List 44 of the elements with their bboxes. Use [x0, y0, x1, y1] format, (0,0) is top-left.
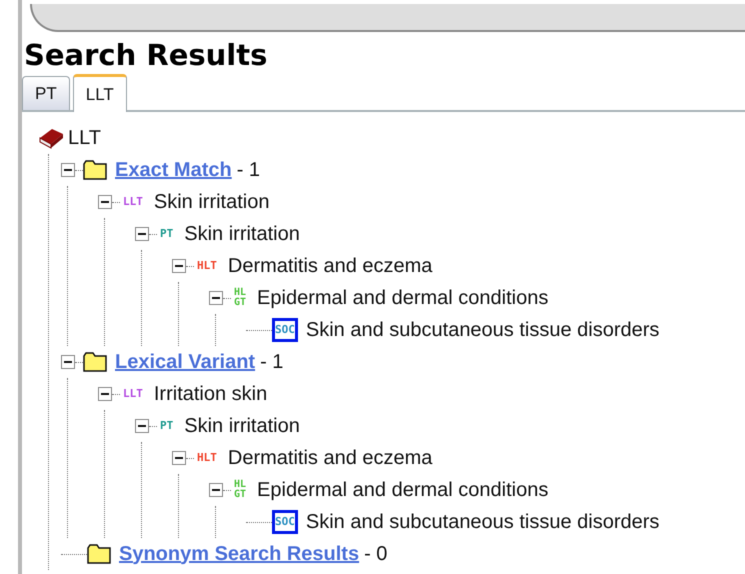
tree-item[interactable]: Epidermal and dermal conditions [257, 286, 548, 310]
result-count: - 0 [364, 542, 388, 566]
term-level-label: SOC [272, 318, 298, 342]
tree-item[interactable]: Irritation skin [154, 382, 268, 406]
collapse-toggle[interactable] [135, 419, 149, 433]
collapse-toggle[interactable] [61, 355, 75, 369]
term-level-label: SOC [272, 510, 298, 534]
tree-item[interactable]: Skin and subcutaneous tissue disorders [306, 510, 660, 534]
result-group-link[interactable]: Synonym Search Results [119, 542, 360, 566]
collapse-toggle[interactable] [135, 227, 149, 241]
term-level-label: HL GT [233, 478, 248, 502]
tab[interactable]: PT [22, 76, 70, 110]
term-level-label: PT [159, 226, 174, 242]
collapse-toggle[interactable] [172, 451, 186, 465]
collapse-toggle[interactable] [98, 387, 112, 401]
collapse-toggle[interactable] [172, 259, 186, 273]
term-level-label: HL GT [233, 286, 248, 310]
tree-root-label: LLT [68, 126, 101, 150]
collapse-toggle[interactable] [61, 163, 75, 177]
folder-icon [87, 544, 111, 564]
tree-item[interactable]: Skin irritation [154, 190, 270, 214]
folder-icon [83, 352, 107, 372]
result-group-link[interactable]: Exact Match [115, 158, 232, 182]
tab[interactable]: LLT [72, 74, 127, 112]
term-level-label: PT [159, 418, 174, 434]
tree-item[interactable]: Dermatitis and eczema [228, 446, 432, 470]
result-count: - 1 [236, 158, 260, 182]
collapse-toggle[interactable] [98, 195, 112, 209]
tree-item[interactable]: Skin irritation [184, 414, 300, 438]
folder-icon [83, 160, 107, 180]
term-level-label: LLT [122, 386, 144, 402]
tree-item[interactable]: Skin and subcutaneous tissue disorders [306, 318, 660, 342]
result-count: - 1 [260, 350, 284, 374]
term-level-label: HLT [196, 258, 218, 274]
result-group-link[interactable]: Lexical Variant [115, 350, 256, 374]
tree-item[interactable]: Dermatitis and eczema [228, 254, 432, 278]
panel-title: Search Results [24, 38, 268, 72]
collapse-toggle[interactable] [209, 291, 223, 305]
book-icon [38, 126, 64, 150]
tree-item[interactable]: Skin irritation [184, 222, 300, 246]
collapse-toggle[interactable] [209, 483, 223, 497]
term-level-label: LLT [122, 194, 144, 210]
tree-item[interactable]: Epidermal and dermal conditions [257, 478, 548, 502]
term-level-label: HLT [196, 450, 218, 466]
